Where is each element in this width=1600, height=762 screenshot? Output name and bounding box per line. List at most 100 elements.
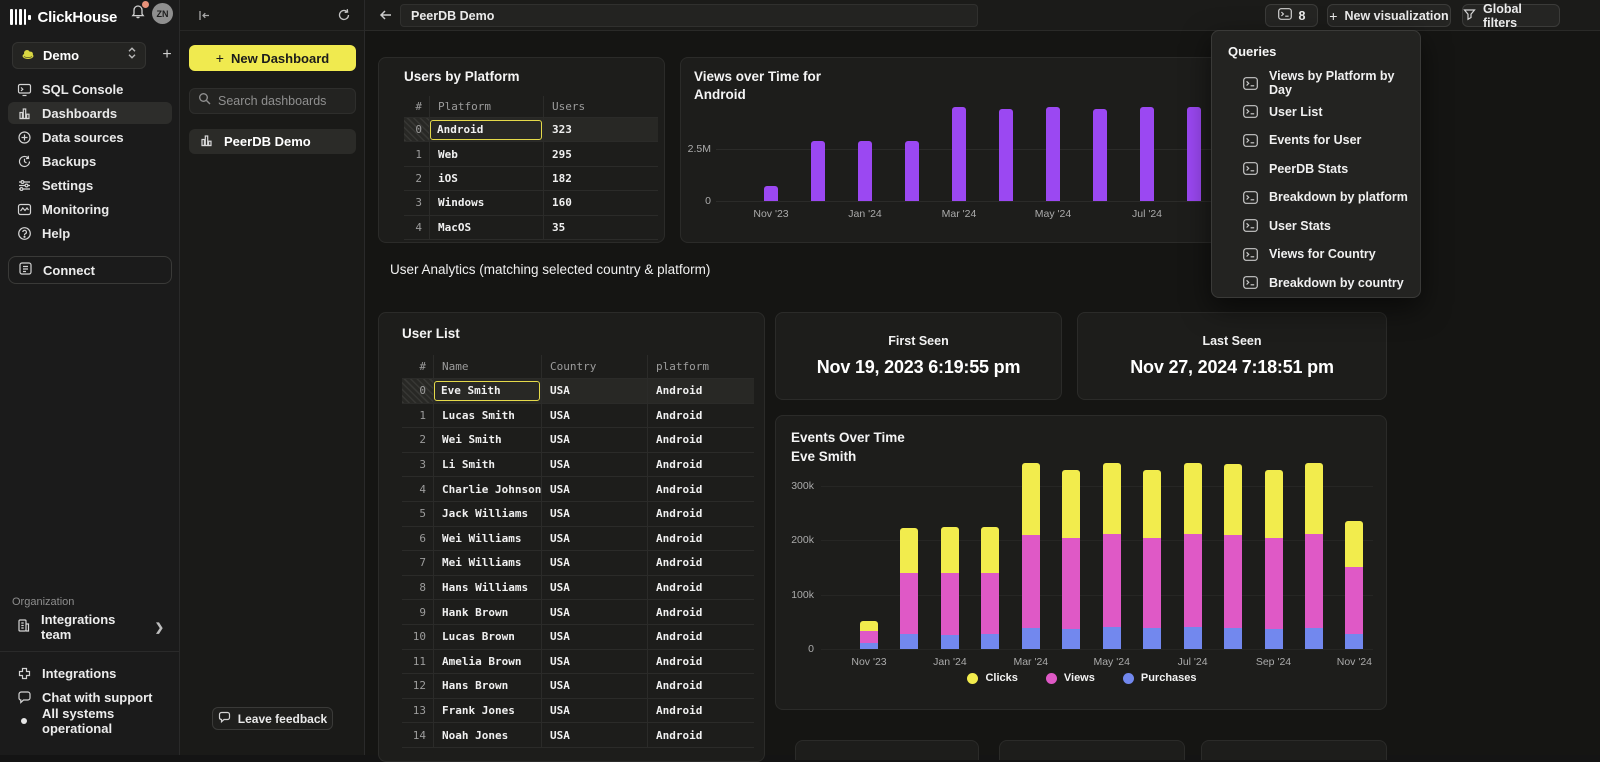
query-item-user-stats[interactable]: User Stats: [1212, 212, 1420, 241]
views-bar-mar-24[interactable]: [952, 107, 966, 201]
cell-name[interactable]: Hank Brown: [434, 600, 542, 624]
events-bar-aug-24-clicks[interactable]: [1224, 464, 1242, 535]
collapse-sidebar-icon[interactable]: [197, 8, 212, 28]
sidebar-item-monitoring[interactable]: Monitoring: [8, 198, 172, 220]
cell-users[interactable]: 160: [544, 191, 658, 214]
events-bar-apr-24-purchases[interactable]: [1062, 629, 1080, 649]
cell-country[interactable]: USA: [542, 625, 648, 649]
column-header-platform[interactable]: Platform: [430, 96, 544, 117]
events-bar-feb-24-views[interactable]: [981, 573, 999, 634]
row-index-cell[interactable]: 14: [402, 723, 434, 747]
table-row[interactable]: 9Hank BrownUSAAndroid: [402, 600, 754, 625]
row-index-cell[interactable]: 5: [402, 502, 434, 526]
row-index-cell[interactable]: 12: [402, 674, 434, 698]
events-bar-feb-24-purchases[interactable]: [981, 634, 999, 649]
footer-item-chat-with-support[interactable]: Chat with support: [8, 686, 172, 708]
table-row[interactable]: 12Hans BrownUSAAndroid: [402, 674, 754, 699]
events-bar-may-24-purchases[interactable]: [1103, 627, 1121, 649]
views-bar-aug-24[interactable]: [1187, 107, 1201, 201]
events-bar-jun-24-clicks[interactable]: [1143, 470, 1161, 538]
cell-name[interactable]: Lucas Brown: [434, 625, 542, 649]
events-bar-nov-24-purchases[interactable]: [1345, 634, 1363, 649]
avatar[interactable]: ZN: [152, 3, 173, 24]
table-row[interactable]: 0Android323: [404, 118, 658, 142]
events-bar-oct-24-purchases[interactable]: [1305, 628, 1323, 649]
events-bar-nov-24-clicks[interactable]: [1345, 521, 1363, 567]
table-row[interactable]: 4Charlie JohnsonUSAAndroid: [402, 477, 754, 502]
cell-country[interactable]: USA: [542, 428, 648, 452]
events-bar-oct-24-clicks[interactable]: [1305, 463, 1323, 534]
cell-platform[interactable]: Android: [648, 477, 754, 501]
sidebar-item-dashboards[interactable]: Dashboards: [8, 102, 172, 124]
events-bar-nov-24-views[interactable]: [1345, 567, 1363, 633]
cell-platform[interactable]: MacOS: [430, 216, 544, 239]
events-bar-jun-24-purchases[interactable]: [1143, 628, 1161, 649]
cell-platform[interactable]: Android: [648, 699, 754, 723]
back-arrow-icon[interactable]: [378, 7, 394, 28]
cell-country[interactable]: USA: [542, 650, 648, 674]
global-filters-button[interactable]: Global filters: [1462, 4, 1560, 27]
views-bar-apr-24[interactable]: [999, 109, 1013, 201]
column-header-name[interactable]: Name: [434, 355, 542, 378]
table-row[interactable]: 1Web295: [404, 142, 658, 166]
cell-platform[interactable]: Android: [648, 551, 754, 575]
events-bar-sep-24-clicks[interactable]: [1265, 470, 1283, 538]
events-bar-jan-24-purchases[interactable]: [941, 635, 959, 649]
new-dashboard-button[interactable]: + New Dashboard: [189, 45, 356, 71]
cell-country[interactable]: USA: [542, 600, 648, 624]
cell-name[interactable]: Amelia Brown: [434, 650, 542, 674]
views-bar-nov-23[interactable]: [764, 186, 778, 201]
events-bar-mar-24-clicks[interactable]: [1022, 463, 1040, 535]
cell-platform[interactable]: iOS: [430, 167, 544, 190]
events-bar-aug-24-views[interactable]: [1224, 535, 1242, 628]
dashboard-item-peerdb-demo[interactable]: PeerDB Demo: [189, 129, 356, 154]
new-visualization-button[interactable]: + New visualization: [1327, 4, 1451, 27]
row-index-cell[interactable]: 1: [404, 142, 430, 165]
sidebar-item-help[interactable]: Help: [8, 222, 172, 244]
table-row[interactable]: 11Amelia BrownUSAAndroid: [402, 650, 754, 675]
refresh-icon[interactable]: [337, 8, 351, 27]
cell-country[interactable]: USA: [542, 453, 648, 477]
cell-country[interactable]: USA: [542, 379, 648, 403]
views-bar-feb-24[interactable]: [905, 141, 919, 201]
cell-platform[interactable]: Android: [648, 453, 754, 477]
events-bar-apr-24-clicks[interactable]: [1062, 470, 1080, 538]
footer-item-all-systems-operational[interactable]: All systems operational: [8, 710, 172, 732]
cell-platform[interactable]: Android: [648, 527, 754, 551]
cell-name[interactable]: Mei Williams: [434, 551, 542, 575]
cell-platform[interactable]: Android: [648, 650, 754, 674]
cell-name[interactable]: Jack Williams: [434, 502, 542, 526]
events-bar-dec-23-purchases[interactable]: [900, 634, 918, 649]
views-bar-jun-24[interactable]: [1093, 109, 1107, 201]
cell-platform[interactable]: Android: [648, 723, 754, 747]
cell-name[interactable]: Eve Smith: [434, 379, 542, 403]
cell-platform[interactable]: Android: [648, 674, 754, 698]
cell-name[interactable]: Hans Williams: [434, 576, 542, 600]
search-dashboards-input[interactable]: [218, 94, 338, 108]
row-index-cell[interactable]: 4: [402, 477, 434, 501]
cell-users[interactable]: 295: [544, 142, 658, 165]
row-index-cell[interactable]: 8: [402, 576, 434, 600]
events-bar-nov-23-clicks[interactable]: [860, 621, 878, 631]
table-row[interactable]: 13Frank JonesUSAAndroid: [402, 699, 754, 724]
organization-team-item[interactable]: Integrations team ❯: [8, 615, 172, 639]
cell-name[interactable]: Charlie Johnson: [434, 477, 542, 501]
row-index-cell[interactable]: 0: [402, 379, 434, 403]
views-bar-jul-24[interactable]: [1140, 107, 1154, 201]
query-item-breakdown-by-country[interactable]: Breakdown by country: [1212, 269, 1420, 298]
cell-name[interactable]: Hans Brown: [434, 674, 542, 698]
row-index-cell[interactable]: 1: [402, 404, 434, 428]
column-header--[interactable]: #: [402, 355, 434, 378]
cell-platform[interactable]: Android: [648, 404, 754, 428]
events-bar-jan-24-views[interactable]: [941, 573, 959, 635]
sidebar-item-sql-console[interactable]: SQL Console: [8, 78, 172, 100]
sidebar-item-data-sources[interactable]: Data sources: [8, 126, 172, 148]
legend-entry-purchases[interactable]: Purchases: [1123, 672, 1197, 684]
cell-country[interactable]: USA: [542, 576, 648, 600]
column-header-platform[interactable]: platform: [648, 355, 754, 378]
cell-platform[interactable]: Android: [648, 625, 754, 649]
dashboard-title-input[interactable]: [400, 4, 978, 27]
events-bar-jul-24-purchases[interactable]: [1184, 627, 1202, 649]
cell-country[interactable]: USA: [542, 477, 648, 501]
cell-platform[interactable]: Android: [648, 379, 754, 403]
